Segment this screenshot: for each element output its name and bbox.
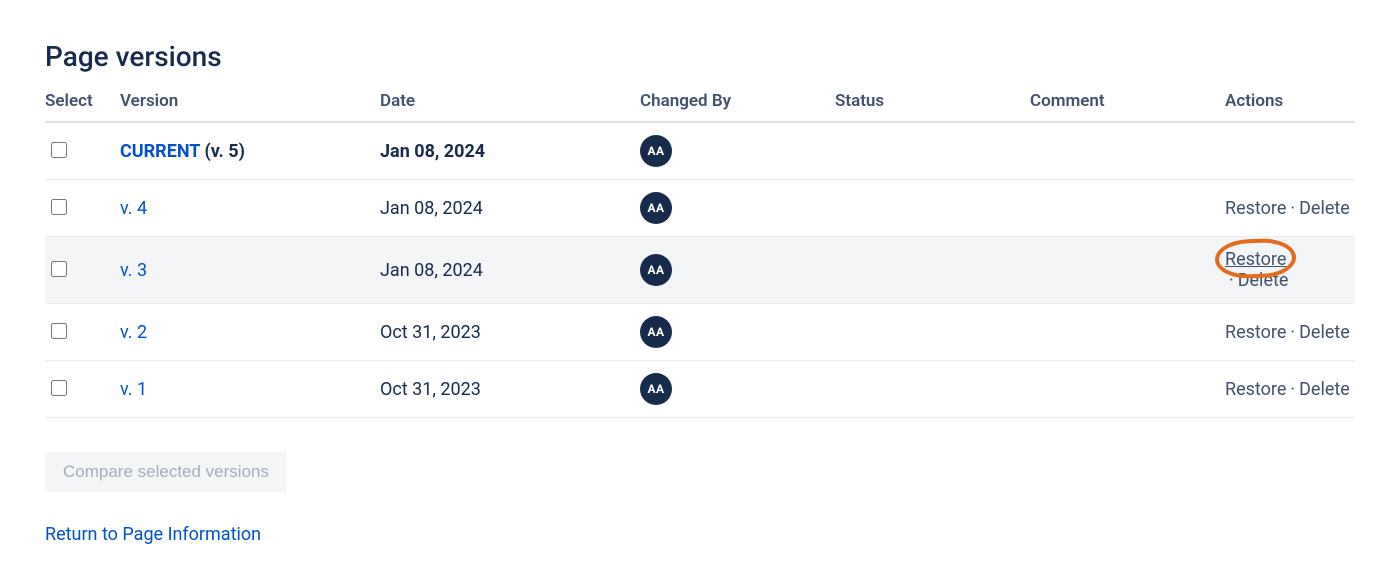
avatar[interactable]: AA <box>640 373 672 405</box>
comment-cell <box>1030 361 1225 418</box>
action-separator: · <box>1229 270 1234 291</box>
compare-selected-button[interactable]: Compare selected versions <box>45 452 287 492</box>
row-select-checkbox[interactable] <box>51 380 67 396</box>
avatar[interactable]: AA <box>640 192 672 224</box>
comment-cell <box>1030 237 1225 304</box>
version-link[interactable]: v. 4 <box>120 198 147 219</box>
comment-cell <box>1030 304 1225 361</box>
col-header-date: Date <box>380 91 640 122</box>
current-version-suffix: (v. 5) <box>200 141 245 162</box>
action-separator: · <box>1290 379 1295 400</box>
comment-cell <box>1030 122 1225 180</box>
row-select-checkbox[interactable] <box>51 142 67 158</box>
table-row: v. 3 Jan 08, 2024 AA Restore·Delete <box>45 237 1355 304</box>
version-date: Jan 08, 2024 <box>380 141 485 162</box>
footer-controls: Compare selected versions Return to Page… <box>45 452 1355 545</box>
table-row: v. 2 Oct 31, 2023 AA Restore·Delete <box>45 304 1355 361</box>
restore-action[interactable]: Restore <box>1225 379 1286 400</box>
version-date: Oct 31, 2023 <box>380 379 481 400</box>
current-version-label[interactable]: CURRENT <box>120 141 200 162</box>
status-cell <box>835 122 1030 180</box>
delete-action[interactable]: Delete <box>1299 322 1350 343</box>
status-cell <box>835 361 1030 418</box>
page-versions-panel: Page versions Select Version Date Change… <box>0 0 1400 575</box>
comment-cell <box>1030 180 1225 237</box>
table-header-row: Select Version Date Changed By Status Co… <box>45 91 1355 122</box>
delete-action[interactable]: Delete <box>1299 198 1350 219</box>
page-title: Page versions <box>45 40 1355 73</box>
col-header-select: Select <box>45 91 120 122</box>
status-cell <box>835 237 1030 304</box>
version-date: Jan 08, 2024 <box>380 260 483 281</box>
avatar[interactable]: AA <box>640 135 672 167</box>
row-select-checkbox[interactable] <box>51 199 67 215</box>
col-header-comment: Comment <box>1030 91 1225 122</box>
restore-action[interactable]: Restore <box>1225 322 1286 343</box>
version-link[interactable]: v. 2 <box>120 322 147 343</box>
version-link[interactable]: v. 3 <box>120 260 147 281</box>
version-date: Jan 08, 2024 <box>380 198 483 219</box>
col-header-status: Status <box>835 91 1030 122</box>
row-select-checkbox[interactable] <box>51 261 67 277</box>
restore-action[interactable]: Restore <box>1225 249 1286 270</box>
col-header-changedby: Changed By <box>640 91 835 122</box>
status-cell <box>835 180 1030 237</box>
action-separator: · <box>1290 322 1295 343</box>
status-cell <box>835 304 1030 361</box>
table-row: v. 1 Oct 31, 2023 AA Restore·Delete <box>45 361 1355 418</box>
version-link[interactable]: v. 1 <box>120 379 147 400</box>
avatar[interactable]: AA <box>640 316 672 348</box>
delete-action[interactable]: Delete <box>1299 379 1350 400</box>
table-row: CURRENT (v. 5) Jan 08, 2024 AA <box>45 122 1355 180</box>
version-date: Oct 31, 2023 <box>380 322 481 343</box>
action-separator: · <box>1290 198 1295 219</box>
col-header-version: Version <box>120 91 380 122</box>
row-select-checkbox[interactable] <box>51 323 67 339</box>
restore-action[interactable]: Restore <box>1225 198 1286 219</box>
return-to-page-info-link[interactable]: Return to Page Information <box>45 524 261 545</box>
table-row: v. 4 Jan 08, 2024 AA Restore·Delete <box>45 180 1355 237</box>
versions-table: Select Version Date Changed By Status Co… <box>45 91 1355 418</box>
avatar[interactable]: AA <box>640 254 672 286</box>
col-header-actions: Actions <box>1225 91 1355 122</box>
delete-action[interactable]: Delete <box>1238 270 1289 291</box>
